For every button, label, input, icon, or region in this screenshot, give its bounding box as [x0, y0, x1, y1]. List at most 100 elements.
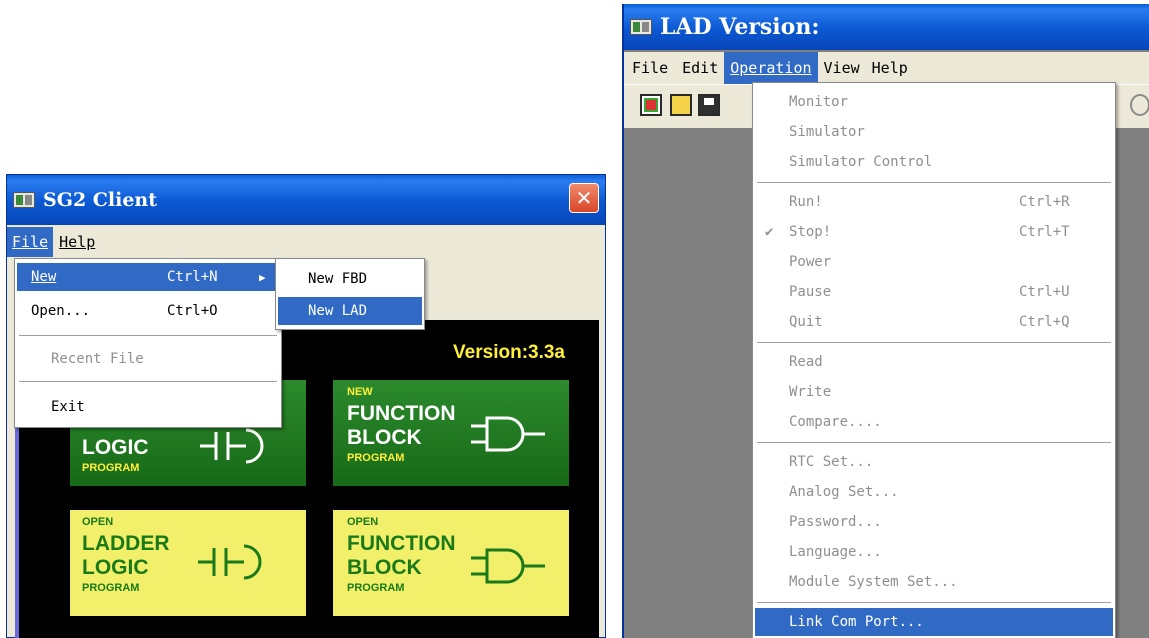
- menu-item-pause[interactable]: Pause Ctrl+U: [755, 278, 1113, 306]
- menu-item-compare[interactable]: Compare....: [755, 408, 1113, 436]
- tile-title-line2: BLOCK: [347, 556, 422, 579]
- menu-separator: [757, 182, 1111, 184]
- menu-item-power[interactable]: Power: [755, 248, 1113, 276]
- file-dropdown: New Ctrl+N ▶ Open... Ctrl+O Recent File …: [14, 258, 282, 428]
- new-fbd-tile[interactable]: NEW FUNCTION BLOCK PROGRAM: [333, 380, 569, 486]
- tile-title-line1: FUNCTION: [347, 402, 456, 425]
- menu-item-password[interactable]: Password...: [755, 508, 1113, 536]
- menu-separator: [757, 442, 1111, 444]
- checkmark-icon: ✔: [765, 224, 774, 240]
- menu-item-shortcut: Ctrl+N: [167, 269, 218, 285]
- close-icon: ✕: [575, 186, 593, 210]
- menu-help-label: Help: [59, 233, 96, 251]
- menu-item-label: Module System Set...: [789, 574, 958, 590]
- menu-item-new-fbd[interactable]: New FBD: [278, 265, 422, 293]
- and-gate-icon: [471, 416, 545, 452]
- menu-item-label: Analog Set...: [789, 484, 899, 500]
- app-icon: [630, 19, 652, 35]
- menu-label: Edit: [682, 59, 719, 77]
- tile-subtitle: PROGRAM: [347, 452, 405, 464]
- menu-item-stop[interactable]: ✔ Stop! Ctrl+T: [755, 218, 1113, 246]
- menu-item-module-system-set[interactable]: Module System Set...: [755, 568, 1113, 596]
- save-icon[interactable]: [698, 94, 720, 116]
- tile-title-line2: LOGIC: [82, 556, 149, 579]
- menu-operation[interactable]: Operation: [724, 52, 818, 84]
- menu-item-label: Password...: [789, 514, 882, 530]
- menu-item-label: New FBD: [308, 271, 368, 287]
- tile-title-line1: LADDER: [82, 532, 170, 555]
- and-gate-icon: [471, 548, 545, 584]
- menu-item-label: New: [31, 269, 57, 285]
- menu-item-exit[interactable]: Exit: [17, 393, 279, 421]
- tile-subtitle: PROGRAM: [347, 582, 405, 594]
- menu-item-language[interactable]: Language...: [755, 538, 1113, 566]
- menu-item-label: New LAD: [308, 303, 368, 319]
- window-title: LAD Version:: [660, 14, 820, 40]
- menu-item-shortcut: Ctrl+R: [1019, 194, 1070, 210]
- menu-item-label: Read: [789, 354, 823, 370]
- menu-help[interactable]: Help: [866, 52, 914, 84]
- menu-item-read[interactable]: Read: [755, 348, 1113, 376]
- menu-edit[interactable]: Edit: [676, 52, 724, 84]
- menu-item-label: Pause: [789, 284, 832, 300]
- menu-item-label: Recent File: [51, 351, 144, 367]
- menu-separator: [757, 602, 1111, 604]
- open-folder-icon[interactable]: [670, 94, 692, 116]
- menu-file-label: File: [12, 233, 49, 251]
- tile-top-label: OPEN: [82, 516, 114, 528]
- close-button[interactable]: ✕: [569, 183, 599, 213]
- tile-title-line2: BLOCK: [347, 426, 422, 449]
- new-submenu: New FBD New LAD: [275, 258, 425, 330]
- menu-separator: [757, 342, 1111, 344]
- new-icon[interactable]: [640, 94, 662, 116]
- menu-item-monitor[interactable]: Monitor: [755, 88, 1113, 116]
- menu-item-rtc-set[interactable]: RTC Set...: [755, 448, 1113, 476]
- title-bar[interactable]: LAD Version:: [624, 4, 1149, 50]
- title-bar[interactable]: SG2 Client: [7, 175, 605, 225]
- menu-bar: File Edit Operation View Help: [624, 52, 1149, 84]
- ladder-contact-icon: [200, 428, 264, 464]
- menu-item-new[interactable]: New Ctrl+N ▶: [17, 263, 279, 291]
- menu-item-label: Run!: [789, 194, 823, 210]
- menu-item-open[interactable]: Open... Ctrl+O: [17, 297, 279, 325]
- tile-top-label: NEW: [347, 386, 373, 398]
- menu-item-label: Monitor: [789, 94, 849, 110]
- menu-item-shortcut: Ctrl+U: [1019, 284, 1070, 300]
- menu-item-label: Compare....: [789, 414, 882, 430]
- menu-bar: File Help: [7, 227, 605, 257]
- menu-item-link-com-port[interactable]: Link Com Port...: [755, 608, 1113, 636]
- menu-item-simulator-control[interactable]: Simulator Control: [755, 148, 1113, 176]
- menu-item-label: Exit: [51, 399, 85, 415]
- menu-item-quit[interactable]: Quit Ctrl+Q: [755, 308, 1113, 336]
- menu-view[interactable]: View: [818, 52, 866, 84]
- operation-dropdown: Monitor Simulator Simulator Control Run! Ctr…: [752, 82, 1116, 638]
- open-fbd-tile[interactable]: OPEN FUNCTION BLOCK PROGRAM: [333, 510, 569, 616]
- menu-item-analog-set[interactable]: Analog Set...: [755, 478, 1113, 506]
- menu-item-recent-file: Recent File: [17, 345, 279, 373]
- ladder-contact-icon: [198, 544, 262, 580]
- version-label: Version:3.3a: [453, 342, 565, 363]
- menu-item-label: Write: [789, 384, 832, 400]
- menu-file[interactable]: File: [7, 227, 54, 257]
- app-icon: [13, 192, 35, 208]
- menu-item-label: Language...: [789, 544, 882, 560]
- menu-item-shortcut: Ctrl+Q: [1019, 314, 1070, 330]
- menu-label: Help: [871, 59, 908, 77]
- menu-label: Operation: [730, 59, 812, 77]
- menu-item-run[interactable]: Run! Ctrl+R: [755, 188, 1113, 216]
- menu-item-shortcut: Ctrl+O: [167, 303, 218, 319]
- menu-label: File: [632, 59, 669, 77]
- menu-item-new-lad[interactable]: New LAD: [278, 297, 422, 325]
- submenu-arrow-icon: ▶: [259, 270, 266, 284]
- menu-item-simulator[interactable]: Simulator: [755, 118, 1113, 146]
- tile-subtitle: PROGRAM: [82, 582, 140, 594]
- refresh-icon[interactable]: [1130, 94, 1149, 116]
- menu-help[interactable]: Help: [53, 227, 101, 257]
- menu-item-label: Power: [789, 254, 832, 270]
- menu-separator: [19, 381, 277, 383]
- menu-file[interactable]: File: [624, 52, 676, 84]
- tile-top-label: OPEN: [347, 516, 379, 528]
- menu-item-shortcut: Ctrl+T: [1019, 224, 1070, 240]
- open-ladder-tile[interactable]: OPEN LADDER LOGIC PROGRAM: [70, 510, 306, 616]
- menu-item-write[interactable]: Write: [755, 378, 1113, 406]
